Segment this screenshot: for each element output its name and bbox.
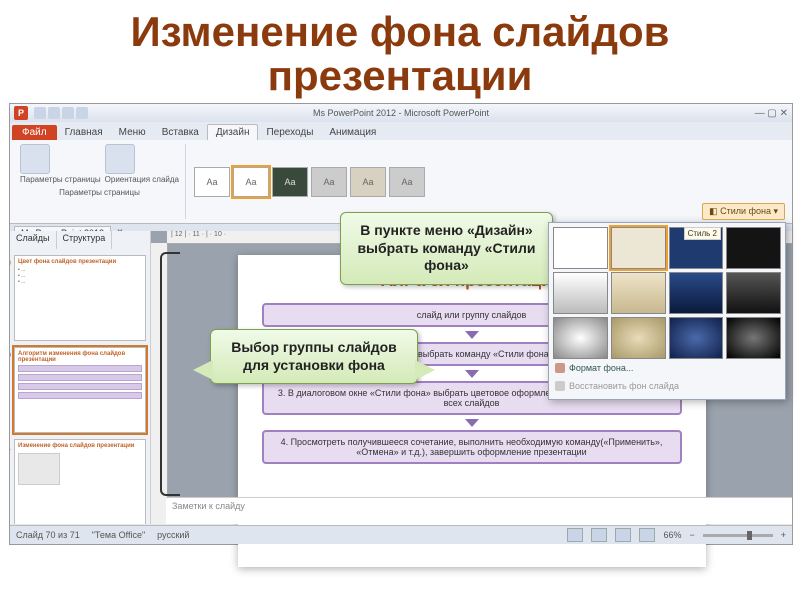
bg-swatch[interactable] — [726, 317, 781, 359]
thumb-number: 70 — [10, 350, 11, 360]
view-normal-icon[interactable] — [567, 528, 583, 542]
theme-thumb[interactable]: Aa — [311, 167, 347, 197]
bg-swatch[interactable] — [553, 317, 608, 359]
bg-swatch-selected[interactable] — [611, 227, 666, 269]
theme-thumb[interactable]: Aa — [194, 167, 230, 197]
slide-panel: Слайды Структура 69 Цвет фона слайдов пр… — [10, 231, 151, 524]
slide-thumb-69[interactable]: 69 Цвет фона слайдов презентации • ...• … — [14, 255, 146, 341]
arrow-icon — [465, 419, 479, 427]
file-tab[interactable]: Файл — [12, 125, 57, 140]
bg-swatch-grid — [553, 227, 781, 359]
tab-transitions[interactable]: Переходы — [258, 125, 321, 140]
powerpoint-screenshot: P Ms PowerPoint 2012 - Microsoft PowerPo… — [9, 103, 793, 545]
page-setup-icon[interactable] — [20, 144, 50, 174]
group-caption: Параметры страницы — [59, 189, 140, 198]
slide-thumb-71[interactable]: 71 Изменение фона слайдов презентации — [14, 439, 146, 524]
slide-counter: Слайд 70 из 71 — [16, 530, 80, 540]
page-setup-group: Параметры страницы Ориентация слайда Пар… — [14, 144, 186, 219]
view-sorter-icon[interactable] — [591, 528, 607, 542]
thumb-title: Алгоритм изменения фона слайдов презента… — [18, 351, 142, 363]
callout-design-menu: В пункте меню «Дизайн» выбрать команду «… — [340, 212, 553, 285]
side-tab-slides[interactable]: Слайды — [10, 231, 57, 249]
side-tab-outline[interactable]: Структура — [57, 231, 113, 249]
callout-select-slides: Выбор группы слайдов для установки фона — [210, 329, 418, 384]
theme-gallery[interactable]: Aa Aa Aa Aa Aa Aa — [194, 144, 425, 219]
bg-swatch[interactable] — [611, 272, 666, 314]
notes-pane[interactable]: Заметки к слайду — [166, 497, 792, 524]
tab-design[interactable]: Дизайн — [207, 124, 259, 140]
zoom-out-icon[interactable]: − — [689, 530, 694, 540]
callout-text: Выбор группы слайдов для установки фона — [231, 339, 397, 373]
view-reading-icon[interactable] — [615, 528, 631, 542]
side-tabs: Слайды Структура — [10, 231, 150, 249]
theme-thumb[interactable]: Aa — [389, 167, 425, 197]
bg-swatch[interactable] — [611, 317, 666, 359]
arrow-icon — [465, 331, 479, 339]
thumb-title: Цвет фона слайдов презентации — [18, 259, 142, 265]
bg-swatch[interactable] — [669, 272, 724, 314]
zoom-in-icon[interactable]: + — [781, 530, 786, 540]
theme-thumb[interactable]: Aa — [350, 167, 386, 197]
bg-swatch[interactable] — [726, 227, 781, 269]
thumb-number: 71 — [10, 442, 11, 452]
bg-swatch[interactable] — [553, 272, 608, 314]
app-icon: P — [14, 106, 28, 120]
theme-name: "Тема Office" — [92, 530, 145, 540]
orientation-icon[interactable] — [105, 144, 135, 174]
reset-background-link[interactable]: Восстановить фон слайда — [553, 377, 781, 395]
thumb-number: 69 — [10, 258, 11, 268]
slide-thumb-70[interactable]: 70 Алгоритм изменения фона слайдов презе… — [14, 347, 146, 433]
format-background-link[interactable]: Формат фона... — [553, 359, 781, 377]
page-setup-label: Параметры страницы — [20, 176, 101, 185]
reset-icon — [555, 381, 565, 391]
status-bar: Слайд 70 из 71 "Тема Office" русский 66%… — [10, 525, 792, 544]
slide-title: Изменение фона слайдов презентации — [0, 0, 800, 103]
swatch-tooltip: Стиль 2 — [684, 227, 721, 240]
ribbon-tabs: Файл Главная Меню Вставка Дизайн Переход… — [10, 122, 792, 140]
quick-access-toolbar — [34, 107, 88, 119]
callout-text: В пункте меню «Дизайн» выбрать команду «… — [357, 222, 535, 273]
group-bracket — [160, 252, 180, 496]
view-slideshow-icon[interactable] — [639, 528, 655, 542]
thumb-title: Изменение фона слайдов презентации — [18, 443, 142, 449]
theme-thumb[interactable]: Aa — [272, 167, 308, 197]
title-bar: P Ms PowerPoint 2012 - Microsoft PowerPo… — [10, 104, 792, 122]
tab-insert[interactable]: Вставка — [154, 125, 207, 140]
bg-swatch[interactable] — [669, 317, 724, 359]
document-title: Ms PowerPoint 2012 - Microsoft PowerPoin… — [313, 108, 489, 118]
bg-styles-button[interactable]: ◧ Стили фона ▾ — [702, 203, 785, 220]
step-4: 4. Просмотреть получившееся сочетание, в… — [262, 430, 682, 464]
tab-menu[interactable]: Меню — [111, 125, 154, 140]
bg-swatch[interactable] — [553, 227, 608, 269]
language[interactable]: русский — [157, 530, 189, 540]
window-buttons[interactable]: — ▢ ✕ — [755, 108, 788, 119]
background-styles-popup: ◧ Стили фона ▾ Стиль 2 Формат фона... Во… — [548, 222, 786, 400]
theme-thumb-selected[interactable]: Aa — [233, 167, 269, 197]
arrow-icon — [465, 370, 479, 378]
tab-home[interactable]: Главная — [57, 125, 111, 140]
bucket-icon — [555, 363, 565, 373]
bg-swatch[interactable] — [726, 272, 781, 314]
zoom-value[interactable]: 66% — [663, 530, 681, 540]
zoom-slider[interactable] — [703, 534, 773, 537]
orientation-label: Ориентация слайда — [105, 176, 179, 185]
tab-animation[interactable]: Анимация — [321, 125, 384, 140]
